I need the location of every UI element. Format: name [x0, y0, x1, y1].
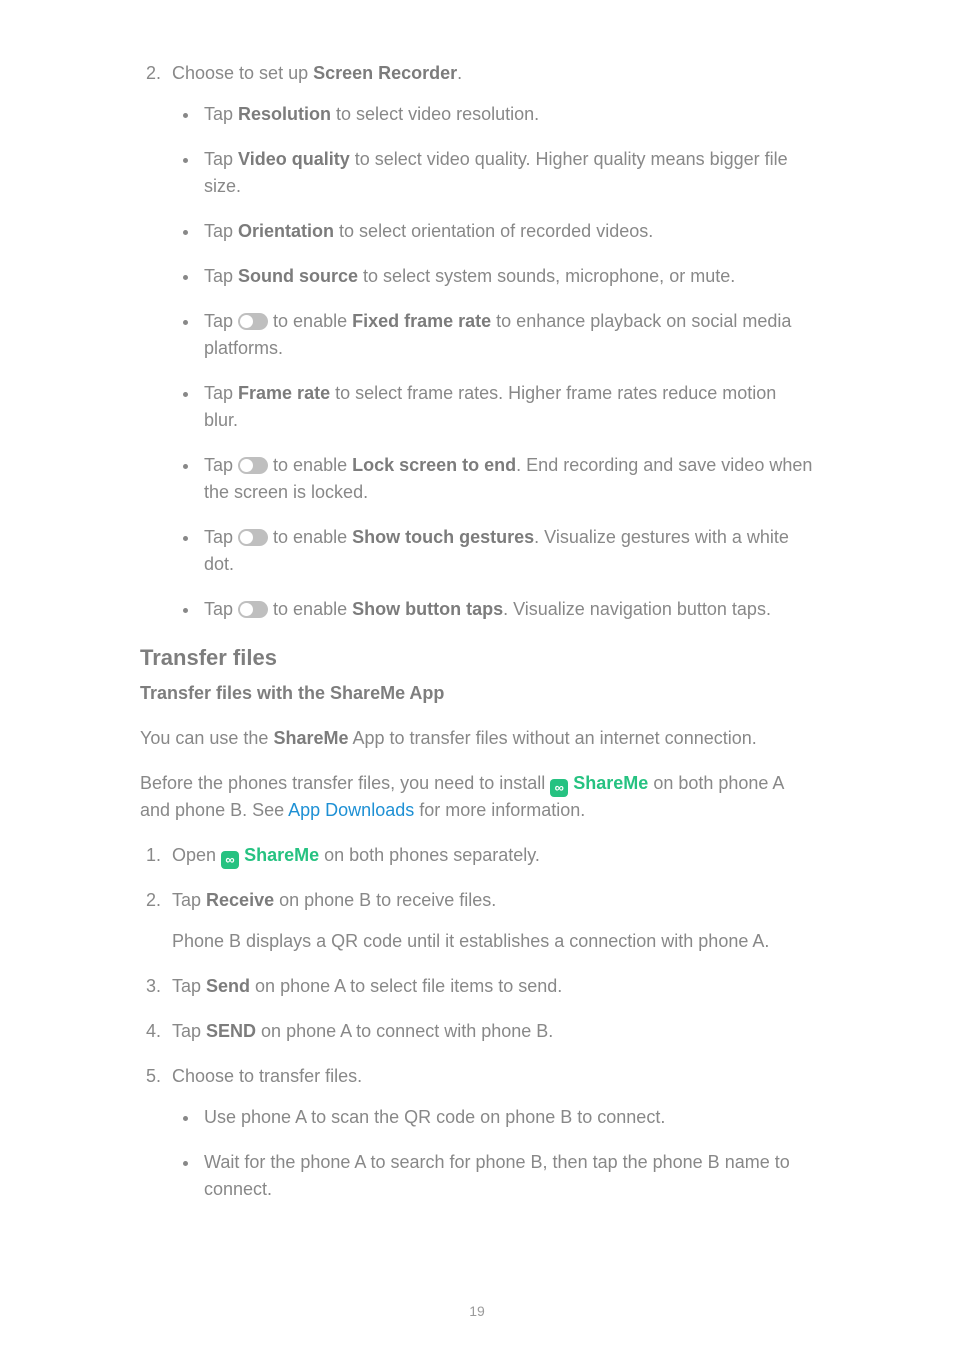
toggle-icon	[238, 529, 268, 546]
page: Choose to set up Screen Recorder. Tap Re…	[0, 0, 954, 1350]
step-open-shareme: Open ∞ ShareMe on both phones separately…	[166, 842, 814, 869]
step-2-text: Choose to set up Screen Recorder.	[172, 63, 462, 83]
step-receive: Tap Receive on phone B to receive files.…	[166, 887, 814, 955]
option-resolution: Tap Resolution to select video resolutio…	[200, 101, 814, 128]
option-orientation: Tap Orientation to select orientation of…	[200, 218, 814, 245]
page-number: 19	[0, 1301, 954, 1322]
transfer-files-heading: Transfer files	[140, 641, 814, 674]
option-lock-screen-to-end: Tap to enable Lock screen to end. End re…	[200, 452, 814, 506]
screen-recorder-setup-list: Choose to set up Screen Recorder. Tap Re…	[140, 60, 814, 623]
step-2: Choose to set up Screen Recorder. Tap Re…	[166, 60, 814, 623]
toggle-icon	[238, 457, 268, 474]
toggle-icon	[238, 313, 268, 330]
choice-search-phone: Wait for the phone A to search for phone…	[200, 1149, 814, 1203]
transfer-steps: Open ∞ ShareMe on both phones separately…	[140, 842, 814, 1203]
step-receive-note: Phone B displays a QR code until it esta…	[172, 928, 814, 955]
transfer-before: Before the phones transfer files, you ne…	[140, 770, 814, 824]
toggle-icon	[238, 601, 268, 618]
option-frame-rate: Tap Frame rate to select frame rates. Hi…	[200, 380, 814, 434]
option-show-button-taps: Tap to enable Show button taps. Visualiz…	[200, 596, 814, 623]
step-choose-transfer: Choose to transfer files. Use phone A to…	[166, 1063, 814, 1203]
transfer-files-subheading: Transfer files with the ShareMe App	[140, 680, 814, 707]
transfer-intro: You can use the ShareMe App to transfer …	[140, 725, 814, 752]
shareme-icon: ∞	[550, 779, 568, 797]
step-send-select: Tap Send on phone A to select file items…	[166, 973, 814, 1000]
transfer-choices: Use phone A to scan the QR code on phone…	[172, 1104, 814, 1203]
app-downloads-link[interactable]: App Downloads	[288, 800, 414, 820]
option-show-touch-gestures: Tap to enable Show touch gestures. Visua…	[200, 524, 814, 578]
option-sound-source: Tap Sound source to select system sounds…	[200, 263, 814, 290]
step-send-connect: Tap SEND on phone A to connect with phon…	[166, 1018, 814, 1045]
shareme-icon: ∞	[221, 851, 239, 869]
screen-recorder-options: Tap Resolution to select video resolutio…	[172, 101, 814, 623]
option-fixed-frame-rate: Tap to enable Fixed frame rate to enhanc…	[200, 308, 814, 362]
shareme-label: ShareMe	[244, 845, 319, 865]
option-video-quality: Tap Video quality to select video qualit…	[200, 146, 814, 200]
choice-scan-qr: Use phone A to scan the QR code on phone…	[200, 1104, 814, 1131]
shareme-label: ShareMe	[573, 773, 648, 793]
